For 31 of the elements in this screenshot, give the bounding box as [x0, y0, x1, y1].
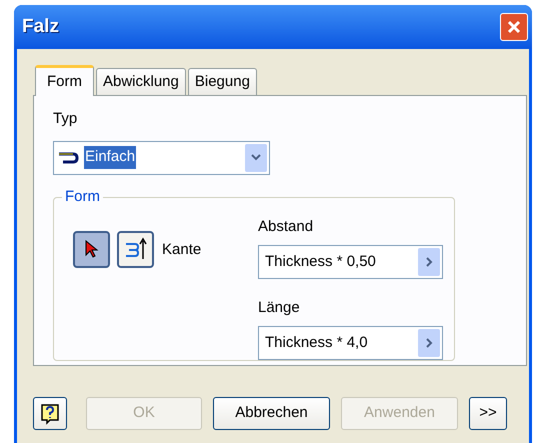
field-label: Länge: [258, 298, 301, 318]
field-value: Thickness * 4,0: [265, 332, 368, 352]
tab[interactable]: Biegung: [188, 68, 257, 95]
type-dropdown[interactable]: Einfach: [53, 140, 270, 174]
close-icon: [506, 19, 522, 35]
field-label: Abstand: [258, 216, 314, 236]
dialog-button[interactable]: >>: [469, 397, 507, 430]
field-value: Thickness * 0,50: [265, 252, 376, 272]
cursor-arrow-icon: [84, 240, 98, 258]
chevron-right-icon: [426, 338, 432, 348]
type-value: Einfach: [84, 146, 136, 169]
selection-button[interactable]: [117, 230, 154, 268]
type-label: Typ: [53, 109, 78, 129]
help-button[interactable]: [33, 397, 67, 430]
window-title: Falz: [22, 14, 59, 39]
value-field[interactable]: Thickness * 0,50: [258, 245, 443, 278]
help-icon: [40, 402, 60, 424]
chevron-down-icon: [251, 154, 261, 161]
chevron-right-icon: [426, 256, 432, 267]
dialog-button[interactable]: Abbrechen: [213, 397, 330, 430]
expand-button[interactable]: [418, 248, 440, 276]
tab[interactable]: Form: [35, 65, 94, 96]
expand-button[interactable]: [418, 328, 440, 357]
selection-button[interactable]: [73, 230, 110, 268]
dropdown-button[interactable]: [245, 144, 267, 172]
edge-select-icon: [124, 237, 148, 261]
close-button[interactable]: [500, 13, 528, 41]
hem-icon: [59, 152, 79, 164]
tab[interactable]: Abwicklung: [96, 68, 186, 95]
value-field[interactable]: Thickness * 4,0: [258, 326, 443, 360]
edge-label: Kante: [162, 240, 202, 260]
